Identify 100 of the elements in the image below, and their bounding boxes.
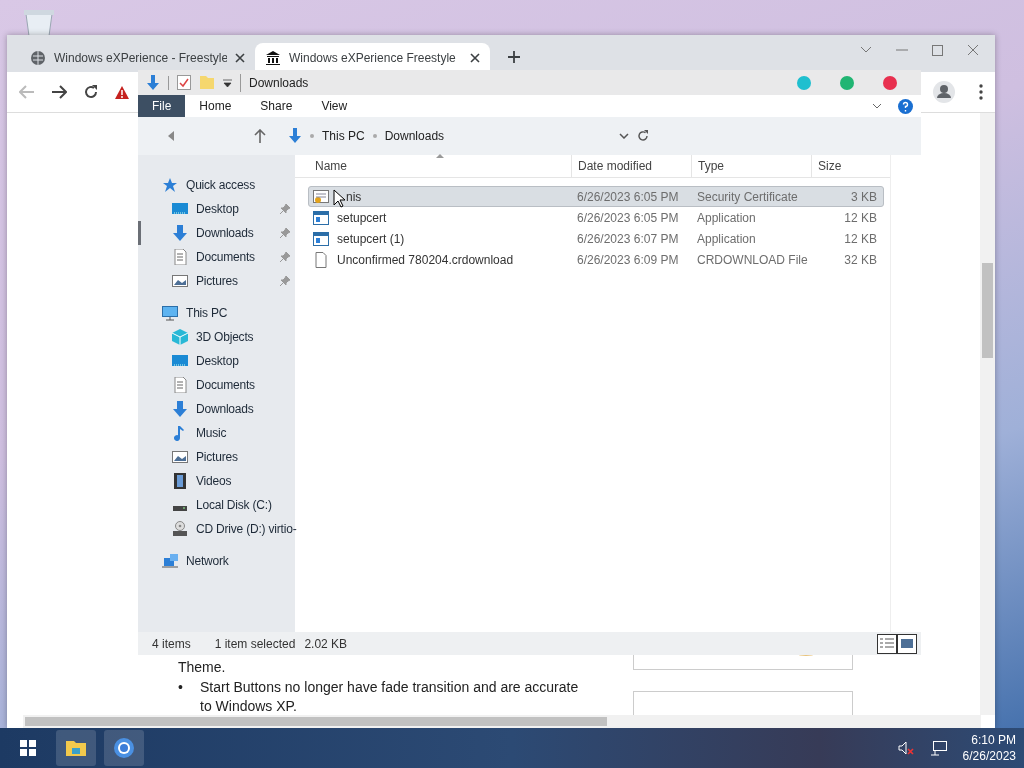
nav-item[interactable]: Downloads [138, 221, 295, 245]
up-icon[interactable] [254, 129, 266, 143]
cube-icon [172, 329, 188, 345]
taskbar-app[interactable] [104, 730, 144, 766]
computer-icon [162, 305, 178, 321]
breadcrumb-item[interactable]: This PC [322, 127, 365, 145]
warning-icon[interactable] [115, 85, 129, 99]
file-row[interactable]: setupcert 6/26/2023 6:05 PM Application 12 KB [308, 207, 884, 228]
file-type: Security Certificate [696, 188, 799, 206]
nav-item[interactable]: Documents [138, 245, 295, 269]
file-row[interactable]: Unconfirmed 780204.crdownload 6/26/2023 6:09 PM CRDOWNLOAD File 32 KB [308, 249, 884, 270]
dropdown-icon[interactable] [223, 78, 232, 87]
browser-tab[interactable]: Windows eXPerience - Freestyle [20, 43, 255, 72]
pin-icon[interactable] [280, 228, 290, 238]
muted-speaker-icon[interactable] [897, 741, 914, 755]
nav-item[interactable]: Pictures [138, 445, 295, 469]
new-tab-icon[interactable] [507, 50, 521, 64]
bullet: • [178, 677, 184, 697]
nav-item[interactable]: Pictures [138, 269, 295, 293]
taskbar-app[interactable] [56, 730, 96, 766]
scroll-thumb[interactable] [25, 717, 607, 726]
file-size: 12 KB [843, 230, 877, 248]
download-icon[interactable] [146, 74, 160, 91]
nav-item[interactable]: Local Disk (C:) [138, 493, 295, 517]
menu-icon[interactable] [979, 84, 983, 100]
nav-item[interactable]: 3D Objects [138, 325, 295, 349]
pin-icon[interactable] [280, 204, 290, 214]
nav-item[interactable]: Desktop [138, 197, 295, 221]
application-icon [313, 230, 329, 247]
reload-icon[interactable] [83, 84, 99, 100]
selection-status: 1 item selected [213, 635, 296, 653]
browser-tab[interactable]: Windows eXPerience Freestyle [255, 43, 490, 72]
separator-icon [372, 134, 377, 138]
nav-item[interactable]: Network [138, 549, 295, 573]
picture-icon [172, 273, 188, 289]
monitor-icon [172, 201, 188, 217]
file-name: setupcert (1) [337, 230, 405, 248]
column-header[interactable]: Date modified [571, 154, 691, 178]
nav-item[interactable]: CD Drive (D:) virtio- [138, 517, 295, 541]
scroll-thumb[interactable] [982, 263, 993, 358]
close-icon[interactable] [235, 52, 245, 63]
file-date: 6/26/2023 6:09 PM [576, 251, 680, 269]
window-control-dot[interactable] [797, 75, 811, 90]
paragraph: Theme. [178, 658, 227, 677]
help-icon[interactable] [898, 98, 913, 114]
selection-size: 2.02 KB [303, 635, 348, 653]
refresh-icon[interactable] [637, 130, 649, 142]
file-row[interactable]: setupcert (1) 6/26/2023 6:07 PM Application 12 KB [308, 228, 884, 249]
nav-item[interactable]: Documents [138, 373, 295, 397]
forward-icon[interactable] [51, 85, 67, 99]
network-icon [162, 553, 178, 569]
download-icon [288, 128, 302, 144]
properties-icon[interactable] [177, 75, 191, 90]
details-view-icon[interactable] [877, 633, 897, 654]
maximize-icon[interactable] [932, 44, 943, 56]
scrollbar[interactable] [980, 113, 995, 715]
nav-item[interactable]: Desktop [138, 349, 295, 373]
scrollbar[interactable] [23, 715, 981, 728]
file-icon [313, 251, 329, 268]
file-name: Unconfirmed 780204.crdownload [337, 251, 514, 269]
download-icon [172, 401, 188, 417]
column-header[interactable]: Type [691, 154, 811, 178]
file-name: setupcert [337, 209, 387, 227]
chevron-down-icon[interactable] [860, 46, 872, 54]
file-type: CRDOWNLOAD File [696, 251, 809, 269]
cd-drive-icon [172, 521, 188, 537]
column-header[interactable]: Size [811, 154, 881, 178]
close-icon[interactable] [470, 52, 480, 63]
nav-item[interactable]: Quick access [138, 173, 295, 197]
nav-item[interactable]: Music [138, 421, 295, 445]
window-control-dot[interactable] [883, 75, 897, 90]
document-icon [172, 377, 188, 393]
profile-icon[interactable] [933, 81, 955, 103]
ribbon-tab[interactable]: Share [246, 95, 308, 117]
column-header[interactable]: Name [309, 154, 571, 178]
paragraph: Start Buttons no longer have fade transition and are accurate to Windows XP. [200, 677, 580, 716]
clock-time: 6:10 PM [970, 732, 1016, 748]
ribbon-tab[interactable]: File [138, 95, 186, 117]
chevron-down-icon[interactable] [872, 103, 882, 109]
large-icons-view-icon[interactable] [897, 633, 917, 654]
monitor-icon [172, 353, 188, 369]
selection-marker [138, 221, 141, 245]
breadcrumb-item[interactable]: Downloads [384, 127, 445, 145]
back-icon[interactable] [168, 131, 174, 141]
network-icon[interactable] [929, 740, 947, 756]
ribbon-tab[interactable]: View [307, 95, 363, 117]
nav-item[interactable]: Downloads [138, 397, 295, 421]
star-icon [162, 177, 178, 193]
file-date: 6/26/2023 6:05 PM [576, 188, 680, 206]
ribbon-tab[interactable]: Home [185, 95, 247, 117]
nav-item[interactable]: This PC [138, 301, 295, 325]
pin-icon[interactable] [280, 276, 290, 286]
file-type: Application [696, 209, 757, 227]
file-type: Application [696, 230, 757, 248]
nav-item[interactable]: Videos [138, 469, 295, 493]
file-row[interactable]: nis 6/26/2023 6:05 PM Security Certificate 3 KB [308, 186, 884, 207]
window-control-dot[interactable] [840, 75, 854, 90]
drive-icon [172, 504, 188, 512]
pin-icon[interactable] [280, 252, 290, 262]
chevron-down-icon[interactable] [619, 133, 629, 139]
